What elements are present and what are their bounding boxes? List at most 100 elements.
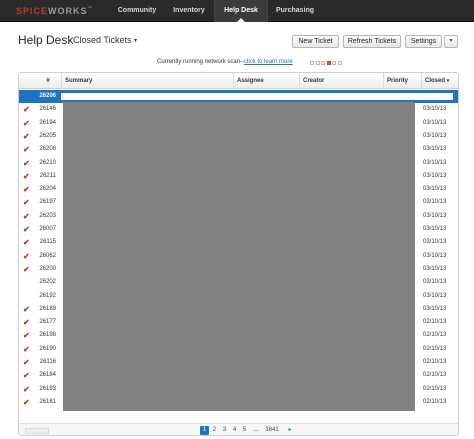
nav-inventory[interactable]: Inventory (164, 0, 214, 22)
ticket-closed-date: 03/10/13 (423, 279, 447, 286)
nav-help-desk[interactable]: Help Desk (214, 0, 268, 22)
nav-community[interactable]: Community (110, 0, 164, 22)
ticket-number: 26181 (39, 398, 56, 405)
closed-check-icon: ✔ (23, 384, 30, 394)
ticket-number: 26115 (39, 239, 56, 246)
redacted-content-block (63, 102, 415, 411)
closed-check-icon: ✔ (23, 264, 30, 274)
scan-learn-more-link[interactable]: click to learn more (244, 59, 293, 65)
closed-check-icon: ✔ (23, 105, 30, 115)
ticket-closed-date: 02/10/13 (423, 398, 447, 405)
ticket-closed-date: 02/10/13 (423, 345, 447, 352)
page-link[interactable]: 2 (210, 426, 219, 435)
closed-check-icon: ✔ (23, 238, 30, 248)
closed-check-icon: ✔ (23, 211, 30, 221)
logo-text-main: SPICE (16, 6, 49, 16)
pagination-ellipsis: ... (253, 427, 259, 433)
ticket-number: 26197 (39, 199, 56, 206)
closed-check-icon: ✔ (23, 171, 30, 181)
ticket-closed-date: 03/10/13 (423, 265, 447, 272)
ticket-closed-date: 02/10/13 (423, 385, 447, 392)
closed-check-icon: ✔ (23, 185, 30, 195)
settings-button[interactable]: Settings (405, 35, 442, 48)
page-link[interactable]: 1 (200, 426, 209, 435)
ticket-closed-date: 03/10/13 (423, 159, 447, 166)
column-header-closed[interactable]: Closed ▾ (421, 73, 458, 89)
page-link[interactable]: 3 (220, 426, 229, 435)
settings-dropdown-button[interactable]: ▾ (444, 35, 458, 48)
closed-check-icon: ✔ (23, 225, 30, 234)
ticket-number: 26211 (39, 172, 56, 179)
ticket-number: 26205 (39, 132, 56, 139)
ticket-number: 26007 (39, 226, 56, 232)
closed-check-icon: ✔ (23, 158, 30, 168)
chevron-down-icon: ▾ (449, 38, 453, 44)
closed-check-icon: ✔ (23, 304, 30, 314)
page-title: Help Desk (18, 33, 74, 47)
ticket-closed-date: 03/10/13 (423, 226, 447, 232)
ticket-number: 26177 (39, 319, 56, 326)
table-header: # Summary Assignee Creator Priority Clos… (19, 73, 458, 89)
scan-progress-dot (337, 61, 342, 65)
ticket-closed-date: 03/10/13 (423, 146, 447, 153)
ticket-closed-date: 02/10/13 (423, 319, 447, 326)
chevron-down-icon: ▾ (134, 38, 138, 44)
scan-progress-dot (332, 61, 336, 65)
closed-check-icon: ✔ (23, 198, 30, 208)
view-selector-label: Closed Tickets (73, 35, 132, 45)
ticket-number: 26189 (39, 305, 56, 312)
ticket-number: 26198 (39, 332, 56, 339)
ticket-closed-date: 02/10/13 (423, 372, 447, 379)
ticket-closed-date: 03/10/13 (423, 239, 447, 246)
ticket-closed-date: 03/10/13 (423, 292, 447, 299)
ticket-number: 26203 (39, 212, 56, 219)
new-ticket-button[interactable]: New Ticket (292, 35, 339, 48)
column-header-priority[interactable]: Priority (383, 73, 421, 89)
ticket-number: 26146 (39, 106, 56, 113)
closed-check-icon: ✔ (23, 251, 30, 261)
nav-purchasing[interactable]: Purchasing (268, 0, 322, 22)
page-link[interactable]: 4 (230, 426, 239, 435)
ticket-closed-date: 03/10/13 (423, 252, 447, 259)
ticket-closed-date: 03/10/13 (423, 305, 447, 312)
scan-status-text: Currently running network scan-- (157, 59, 245, 65)
ticket-number: 26192 (39, 292, 56, 299)
column-header-number[interactable]: # (36, 73, 60, 89)
ticket-closed-date: 03/10/13 (423, 212, 447, 219)
ticket-number: 26204 (39, 186, 56, 193)
pagination-bar: 1 2 3 4 5... 1841 ▸ (19, 423, 458, 435)
column-header-creator[interactable]: Creator (299, 73, 383, 89)
page-link[interactable]: 5 (240, 426, 249, 435)
scan-progress-dot (326, 61, 331, 65)
logo-trademark: ™ (87, 6, 94, 12)
closed-check-icon: ✔ (23, 371, 30, 381)
closed-check-icon: ✔ (23, 397, 30, 407)
ticket-closed-date: 03/10/13 (423, 172, 447, 179)
ticket-number: 26116 (39, 359, 56, 365)
ticket-number: 26208 (39, 146, 56, 153)
scan-progress-dot (315, 61, 320, 65)
ticket-closed-date: 02/10/13 (423, 332, 447, 339)
view-selector[interactable]: Closed Tickets ▾ (73, 35, 137, 45)
scan-progress-dot (321, 61, 325, 65)
column-header-summary[interactable]: Summary (61, 73, 233, 89)
ticket-number: 26062 (39, 252, 56, 259)
closed-check-icon: ✔ (23, 131, 30, 141)
refresh-tickets-button[interactable]: Refresh Tickets (343, 35, 401, 48)
closed-check-icon: ✔ (23, 145, 30, 155)
spiceworks-logo[interactable]: SPICEWORKS™ (16, 6, 94, 16)
ticket-number: 26194 (39, 119, 56, 126)
scan-progress-dot (310, 61, 314, 65)
page-link[interactable]: 1841 (263, 426, 281, 435)
sort-descending-icon: ▾ (446, 78, 450, 84)
ticket-number: 26202 (39, 279, 56, 286)
ticket-closed-date: 03/10/13 (423, 132, 447, 139)
ticket-number: 26193 (39, 385, 56, 392)
horizontal-scrollbar[interactable] (25, 428, 49, 434)
closed-check-icon: ✔ (23, 344, 30, 354)
next-page-icon[interactable]: ▸ (286, 426, 294, 435)
column-header-assignee[interactable]: Assignee (233, 73, 299, 89)
ticket-closed-date: 03/10/13 (423, 119, 447, 126)
ticket-closed-date: 03/10/13 (423, 186, 447, 193)
closed-check-icon: ✔ (23, 358, 30, 367)
